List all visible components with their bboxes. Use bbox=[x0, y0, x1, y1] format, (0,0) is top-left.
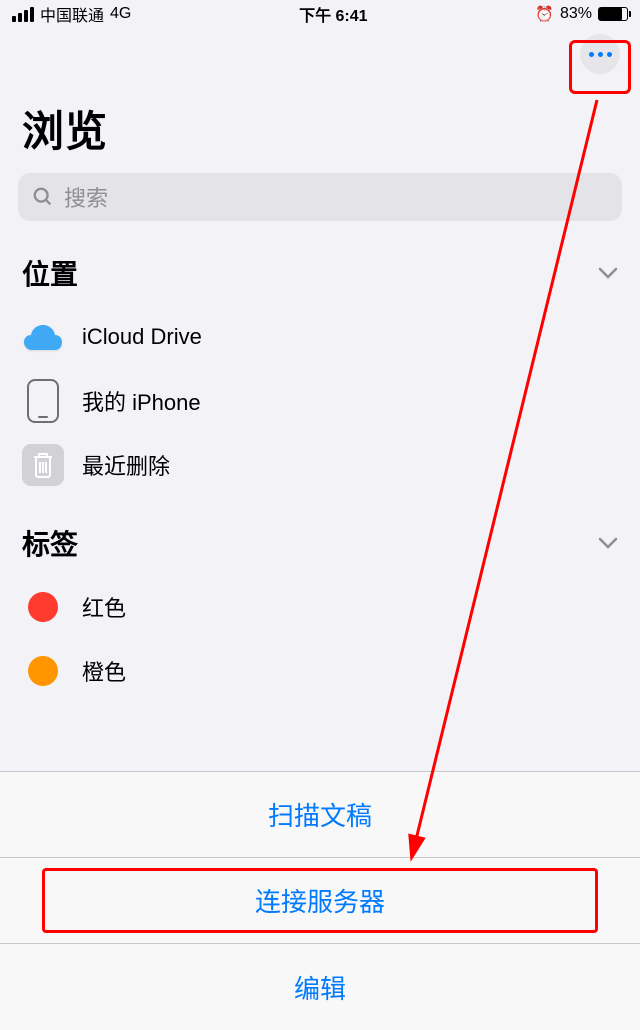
action-sheet: 扫描文稿 连接服务器 编辑 bbox=[0, 771, 640, 1030]
alarm-icon: ⏰ bbox=[535, 5, 554, 23]
tag-red[interactable]: 红色 bbox=[0, 575, 640, 639]
chevron-down-icon bbox=[598, 266, 618, 280]
more-button[interactable] bbox=[580, 34, 620, 74]
row-label: 最近删除 bbox=[82, 449, 170, 481]
network-label: 4G bbox=[110, 5, 131, 23]
status-bar: 中国联通 4G 下午 6:41 ⏰ 83% bbox=[0, 0, 640, 28]
trash-icon bbox=[22, 444, 64, 486]
battery-icon bbox=[598, 7, 628, 21]
row-label: 橙色 bbox=[82, 655, 126, 687]
section-header-locations[interactable]: 位置 bbox=[0, 245, 640, 305]
status-right: ⏰ 83% bbox=[535, 5, 628, 23]
battery-fill bbox=[599, 8, 622, 20]
action-scan-document[interactable]: 扫描文稿 bbox=[0, 772, 640, 858]
location-my-iphone[interactable]: 我的 iPhone bbox=[0, 369, 640, 433]
location-icloud-drive[interactable]: iCloud Drive bbox=[0, 305, 640, 369]
page-title: 浏览 bbox=[0, 80, 640, 173]
row-label: 我的 iPhone bbox=[82, 385, 201, 417]
location-recently-deleted[interactable]: 最近删除 bbox=[0, 433, 640, 497]
status-left: 中国联通 4G bbox=[12, 2, 131, 26]
action-edit[interactable]: 编辑 bbox=[0, 944, 640, 1030]
iphone-icon bbox=[22, 380, 64, 422]
icloud-icon bbox=[22, 316, 64, 358]
section-header-tags[interactable]: 标签 bbox=[0, 515, 640, 575]
search-icon bbox=[32, 186, 54, 208]
chevron-down-icon bbox=[598, 536, 618, 550]
section-title: 标签 bbox=[22, 523, 78, 563]
clock: 下午 6:41 bbox=[299, 2, 367, 26]
nav-bar bbox=[0, 28, 640, 80]
action-label: 编辑 bbox=[294, 969, 346, 1006]
action-label: 扫描文稿 bbox=[268, 796, 372, 833]
carrier-label: 中国联通 bbox=[40, 2, 104, 26]
battery-percent: 83% bbox=[560, 5, 592, 23]
tag-orange[interactable]: 橙色 bbox=[0, 639, 640, 703]
row-label: iCloud Drive bbox=[82, 324, 202, 350]
tag-dot-icon bbox=[28, 592, 58, 622]
row-label: 红色 bbox=[82, 591, 126, 623]
signal-icon bbox=[12, 7, 34, 22]
tag-dot-icon bbox=[28, 656, 58, 686]
action-label: 连接服务器 bbox=[255, 882, 385, 919]
search-placeholder: 搜索 bbox=[64, 181, 108, 213]
action-connect-server[interactable]: 连接服务器 bbox=[0, 858, 640, 944]
search-input[interactable]: 搜索 bbox=[18, 173, 622, 221]
section-title: 位置 bbox=[22, 253, 78, 293]
